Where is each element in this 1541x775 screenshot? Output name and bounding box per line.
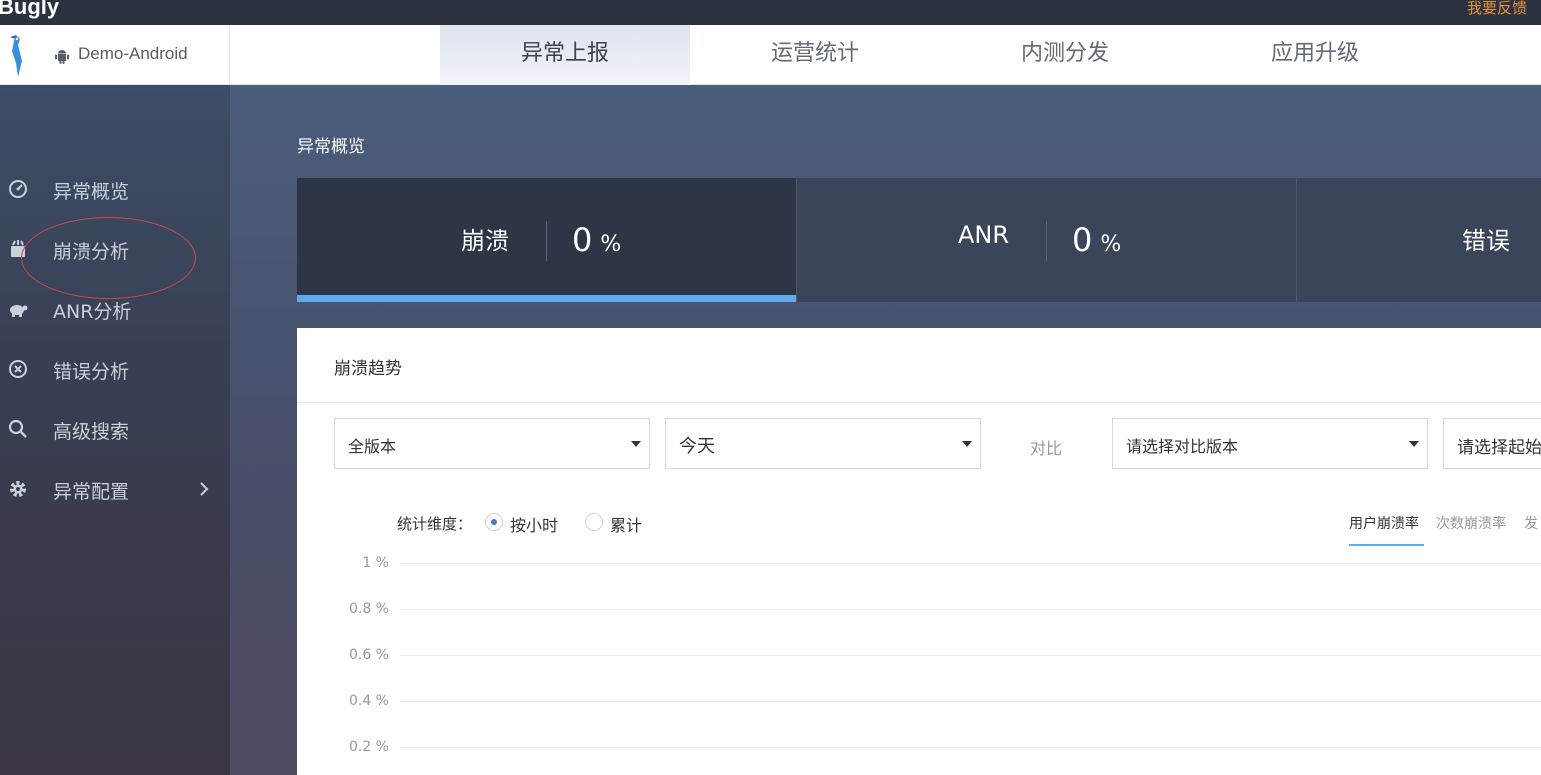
sidebar-item-label: 异常概览 [53, 181, 130, 203]
stat-unit: % [600, 232, 622, 257]
panel-header: 崩溃趋势 [297, 328, 1541, 403]
bugly-logo[interactable]: Bugly [0, 0, 59, 20]
radio-label: 累计 [610, 516, 643, 535]
sidebar-item-error-analysis[interactable]: 错误分析 [0, 349, 230, 389]
stat-value: 0% [1072, 221, 1122, 259]
sidebar-item-label: 错误分析 [53, 361, 130, 383]
gear-icon [10, 481, 26, 497]
top-bar: Bugly 我要反馈 [0, 0, 1541, 25]
version-select-value: 全版本 [348, 437, 397, 456]
main-navbar: Demo-Android 异常上报 运营统计 内测分发 应用升级 [0, 25, 1541, 85]
stat-divider [546, 221, 547, 261]
tab-user-crash-rate[interactable]: 用户崩溃率 [1349, 513, 1419, 533]
y-tick-label: 0.2 % [348, 739, 389, 755]
sidebar-item-advanced-search[interactable]: 高级搜索 [0, 409, 230, 449]
radio-circle [485, 513, 503, 531]
date-select[interactable]: 今天 [665, 418, 981, 469]
stat-card-error[interactable]: 错误 [1297, 178, 1541, 302]
grid-line [400, 747, 1541, 748]
active-indicator [297, 295, 796, 302]
section-title: 异常概览 [297, 137, 365, 157]
app-name: Demo-Android [78, 44, 188, 63]
stat-card-crash[interactable]: 崩溃 0% [297, 178, 797, 302]
y-tick-label: 0.4 % [348, 693, 389, 709]
compare-version-placeholder: 请选择对比版本 [1126, 437, 1239, 456]
sidebar-item-label: 高级搜索 [53, 421, 130, 443]
error-circle-icon [9, 360, 27, 378]
main-content: 异常概览 崩溃 0% ANR 0% 错误 崩溃趋势 全版本 今天 对比 请选择对… [230, 85, 1541, 775]
compare-label: 对比 [1030, 439, 1063, 458]
stat-name: 错误 [1462, 227, 1510, 255]
bugly-bird-icon [10, 35, 22, 77]
compare-date-placeholder: 请选择起始 [1457, 438, 1541, 458]
compare-version-select[interactable]: 请选择对比版本 [1112, 418, 1428, 469]
sidebar-item-label: 崩溃分析 [53, 241, 130, 263]
tab-count-crash-rate[interactable]: 次数崩溃率 [1436, 513, 1506, 533]
radio-circle [585, 513, 603, 531]
crash-icon [11, 240, 25, 257]
dimension-label: 统计维度： [397, 515, 473, 533]
dashboard-icon [9, 180, 27, 198]
grid-line [400, 701, 1541, 702]
grid-line [400, 563, 1541, 564]
chevron-right-icon [200, 482, 209, 496]
stat-name: 崩溃 [461, 227, 509, 255]
stat-card-anr[interactable]: ANR 0% [797, 178, 1297, 302]
tab-operation-stats[interactable]: 运营统计 [690, 25, 940, 85]
version-select[interactable]: 全版本 [334, 418, 650, 469]
sidebar-item-label: 异常配置 [53, 481, 130, 503]
sidebar-item-anr-analysis[interactable]: ANR分析 [0, 289, 230, 329]
radio-dot [491, 519, 497, 525]
tab-beta-distribution[interactable]: 内测分发 [940, 25, 1190, 85]
turtle-icon [10, 305, 28, 317]
crash-trend-panel: 崩溃趋势 全版本 今天 对比 请选择对比版本 请选择起始 统计维度： 按小时 累… [297, 328, 1541, 775]
tab-exception-report[interactable]: 异常上报 [440, 25, 690, 85]
sidebar-item-overview[interactable]: 异常概览 [0, 169, 230, 209]
grid-line [400, 655, 1541, 656]
stat-unit: % [1100, 232, 1122, 257]
android-icon [55, 50, 69, 64]
feedback-link[interactable]: 我要反馈 [1467, 0, 1527, 18]
sidebar-item-label: ANR分析 [53, 301, 132, 323]
y-tick-label: 0.8 % [348, 601, 389, 617]
panel-title: 崩溃趋势 [334, 359, 402, 379]
sidebar-item-exception-config[interactable]: 异常配置 [0, 469, 230, 509]
date-select-value: 今天 [679, 436, 715, 457]
radio-label: 按小时 [510, 516, 559, 535]
caret-down-icon [631, 441, 641, 447]
stat-value: 0% [572, 221, 622, 259]
active-tab-underline [1349, 544, 1424, 546]
caret-down-icon [962, 441, 972, 447]
stat-divider [1046, 221, 1047, 261]
y-tick-label: 0.6 % [348, 647, 389, 663]
y-tick-label: 1 % [362, 555, 389, 571]
tab-app-upgrade[interactable]: 应用升级 [1190, 25, 1440, 85]
grid-line [400, 609, 1541, 610]
sidebar-item-crash-analysis[interactable]: 崩溃分析 [0, 229, 230, 269]
stat-name: ANR [957, 221, 1009, 249]
app-selector[interactable]: Demo-Android [0, 25, 230, 85]
tab-occurrence[interactable]: 发 [1524, 513, 1538, 533]
sidebar: 异常概览 崩溃分析 ANR分析 错误分析 高级搜索 异常配置 [0, 85, 230, 775]
search-icon [8, 419, 27, 438]
compare-date-select[interactable]: 请选择起始 [1443, 418, 1541, 469]
caret-down-icon [1409, 441, 1419, 447]
